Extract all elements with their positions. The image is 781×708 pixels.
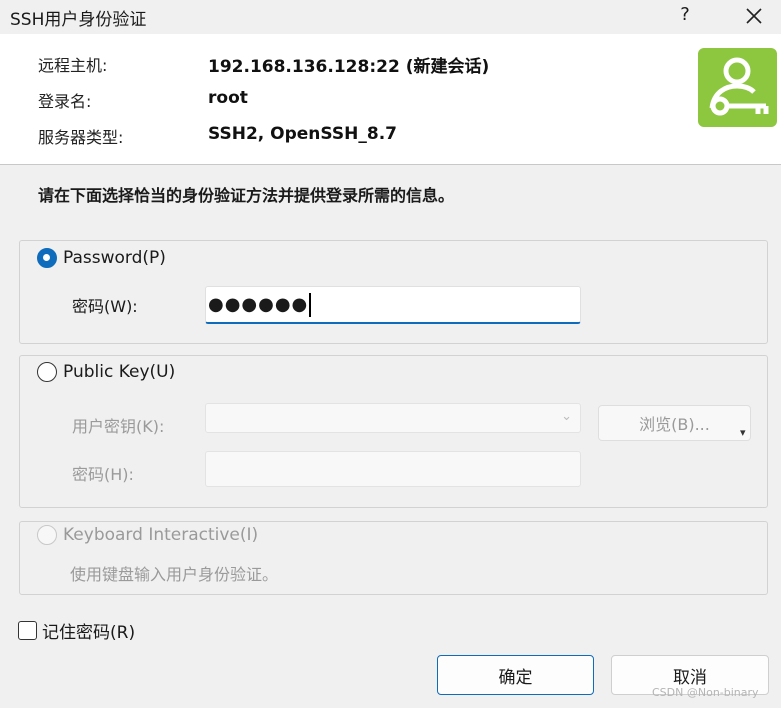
keyboard-interactive-radio[interactable]: Keyboard Interactive(I) [37, 523, 267, 547]
login-name-label: 登录名: [38, 92, 92, 111]
connection-info-panel: 远程主机: 192.168.136.128:22 (新建会话) 登录名: roo… [0, 34, 781, 165]
server-type-label: 服务器类型: [38, 128, 124, 147]
remote-host-label: 远程主机: [38, 56, 108, 75]
user-key-icon [698, 48, 777, 127]
keyboard-interactive-label: Keyboard Interactive(I) [63, 525, 259, 545]
public-key-radio-label: Public Key(U) [63, 362, 176, 382]
user-key-label: 用户密钥(K): [72, 417, 165, 436]
remote-host-value: 192.168.136.128:22 (新建会话) [208, 57, 490, 77]
help-button[interactable]: ? [665, 0, 705, 34]
remember-password-label: 记住密码(R) [42, 623, 136, 643]
passphrase-label: 密码(H): [72, 465, 134, 484]
password-radio[interactable]: Password(P) [37, 246, 174, 270]
chevron-down-icon: ⌄ [561, 409, 572, 424]
watermark: CSDN @Non-binary [652, 686, 759, 699]
password-radio-label: Password(P) [63, 248, 166, 268]
user-key-select[interactable]: ⌄ [205, 403, 581, 433]
browse-button[interactable]: 浏览(B)... [598, 405, 751, 441]
login-name-value: root [208, 88, 248, 108]
window-title: SSH用户身份验证 [10, 10, 147, 30]
dropdown-indicator-icon: ▾ [740, 426, 746, 439]
close-button[interactable] [730, 0, 776, 34]
title-bar: SSH用户身份验证 ? [0, 0, 781, 34]
radio-disabled-icon [37, 525, 57, 545]
ok-button[interactable]: 确定 [437, 655, 594, 695]
passphrase-field[interactable] [205, 451, 581, 487]
password-mask: ●●●●●● [208, 294, 309, 315]
password-field-label: 密码(W): [72, 297, 138, 316]
checkbox-unchecked-icon [18, 621, 37, 640]
text-caret [309, 292, 311, 317]
server-type-value: SSH2, OpenSSH_8.7 [208, 124, 397, 144]
radio-checked-icon [37, 248, 57, 268]
password-field[interactable]: ●●●●●● [205, 286, 581, 324]
public-key-radio[interactable]: Public Key(U) [37, 360, 184, 384]
remember-password-checkbox[interactable]: 记住密码(R) [18, 618, 135, 643]
instruction-text: 请在下面选择恰当的身份验证方法并提供登录所需的信息。 [38, 186, 455, 205]
radio-unchecked-icon [37, 362, 57, 382]
keyboard-interactive-description: 使用键盘输入用户身份验证。 [70, 565, 279, 584]
close-icon [746, 8, 762, 24]
